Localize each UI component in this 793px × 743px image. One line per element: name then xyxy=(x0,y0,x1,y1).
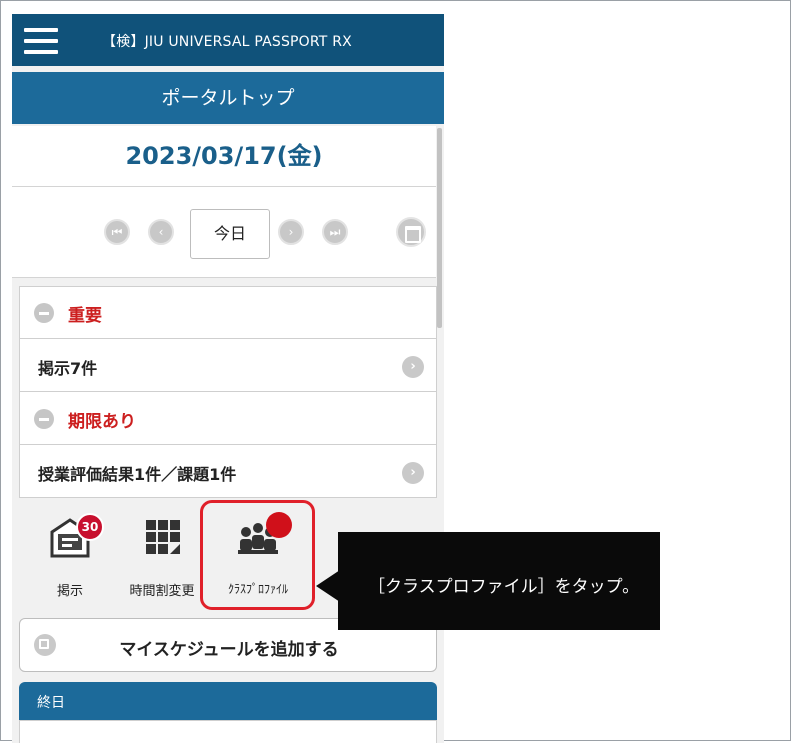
all-day-header: 終日 xyxy=(19,682,437,720)
calendar-icon[interactable] xyxy=(396,217,426,247)
timetable-icon xyxy=(146,520,180,554)
app-title: 【検】JIU UNIVERSAL PASSPORT RX xyxy=(102,34,352,50)
last-icon[interactable]: ⏭ xyxy=(322,219,348,245)
prev-icon[interactable]: ‹ xyxy=(148,219,174,245)
date-navigation: ⏮ ‹ 今日 › ⏭ xyxy=(12,187,436,278)
tile-timetable-label: 時間割変更 xyxy=(129,584,195,599)
deadline-item-label: 授業評価結果1件／課題1件 xyxy=(38,465,237,484)
callout-pointer xyxy=(316,570,340,602)
page-title: ポータルトップ xyxy=(12,72,444,124)
phone-screen: 【検】JIU UNIVERSAL PASSPORT RX ポータルトップ 202… xyxy=(12,14,444,743)
collapse-icon xyxy=(34,303,54,323)
deadline-title: 期限あり xyxy=(68,412,136,432)
add-my-schedule-label: マイスケジュールを追加する xyxy=(119,640,339,660)
highlight-box xyxy=(200,500,315,610)
chevron-right-icon: › xyxy=(402,462,424,484)
important-item-label: 掲示7件 xyxy=(38,359,98,378)
tile-bulletin-label: 掲示 xyxy=(56,584,83,599)
all-day-label: 終日 xyxy=(37,695,65,711)
instruction-callout: ［クラスプロファイル］をタップ。 xyxy=(338,532,660,630)
deadline-header[interactable]: 期限あり xyxy=(20,393,436,445)
hamburger-icon[interactable] xyxy=(24,28,58,54)
collapse-icon xyxy=(34,409,54,429)
chevron-right-icon: › xyxy=(402,356,424,378)
deadline-item[interactable]: 授業評価結果1件／課題1件 › xyxy=(20,446,436,498)
next-icon[interactable]: › xyxy=(278,219,304,245)
important-title: 重要 xyxy=(68,306,102,326)
tile-timetable-change[interactable]: 時間割変更 xyxy=(122,504,202,604)
app-header: 【検】JIU UNIVERSAL PASSPORT RX xyxy=(12,14,444,66)
first-icon[interactable]: ⏮ xyxy=(104,219,130,245)
today-button[interactable]: 今日 xyxy=(190,209,270,259)
bulletin-count-badge: 30 xyxy=(76,513,104,541)
notice-panel: 重要 掲示7件 › 期限あり 授業評価結果1件／課題1件 › xyxy=(19,286,437,498)
important-header[interactable]: 重要 xyxy=(20,287,436,339)
current-date: 2023/03/17(金) xyxy=(12,126,436,187)
important-item[interactable]: 掲示7件 › xyxy=(20,340,436,392)
callout-text: ［クラスプロファイル］をタップ。 xyxy=(368,577,640,597)
scrollbar[interactable] xyxy=(437,128,442,328)
all-day-list xyxy=(19,720,437,743)
